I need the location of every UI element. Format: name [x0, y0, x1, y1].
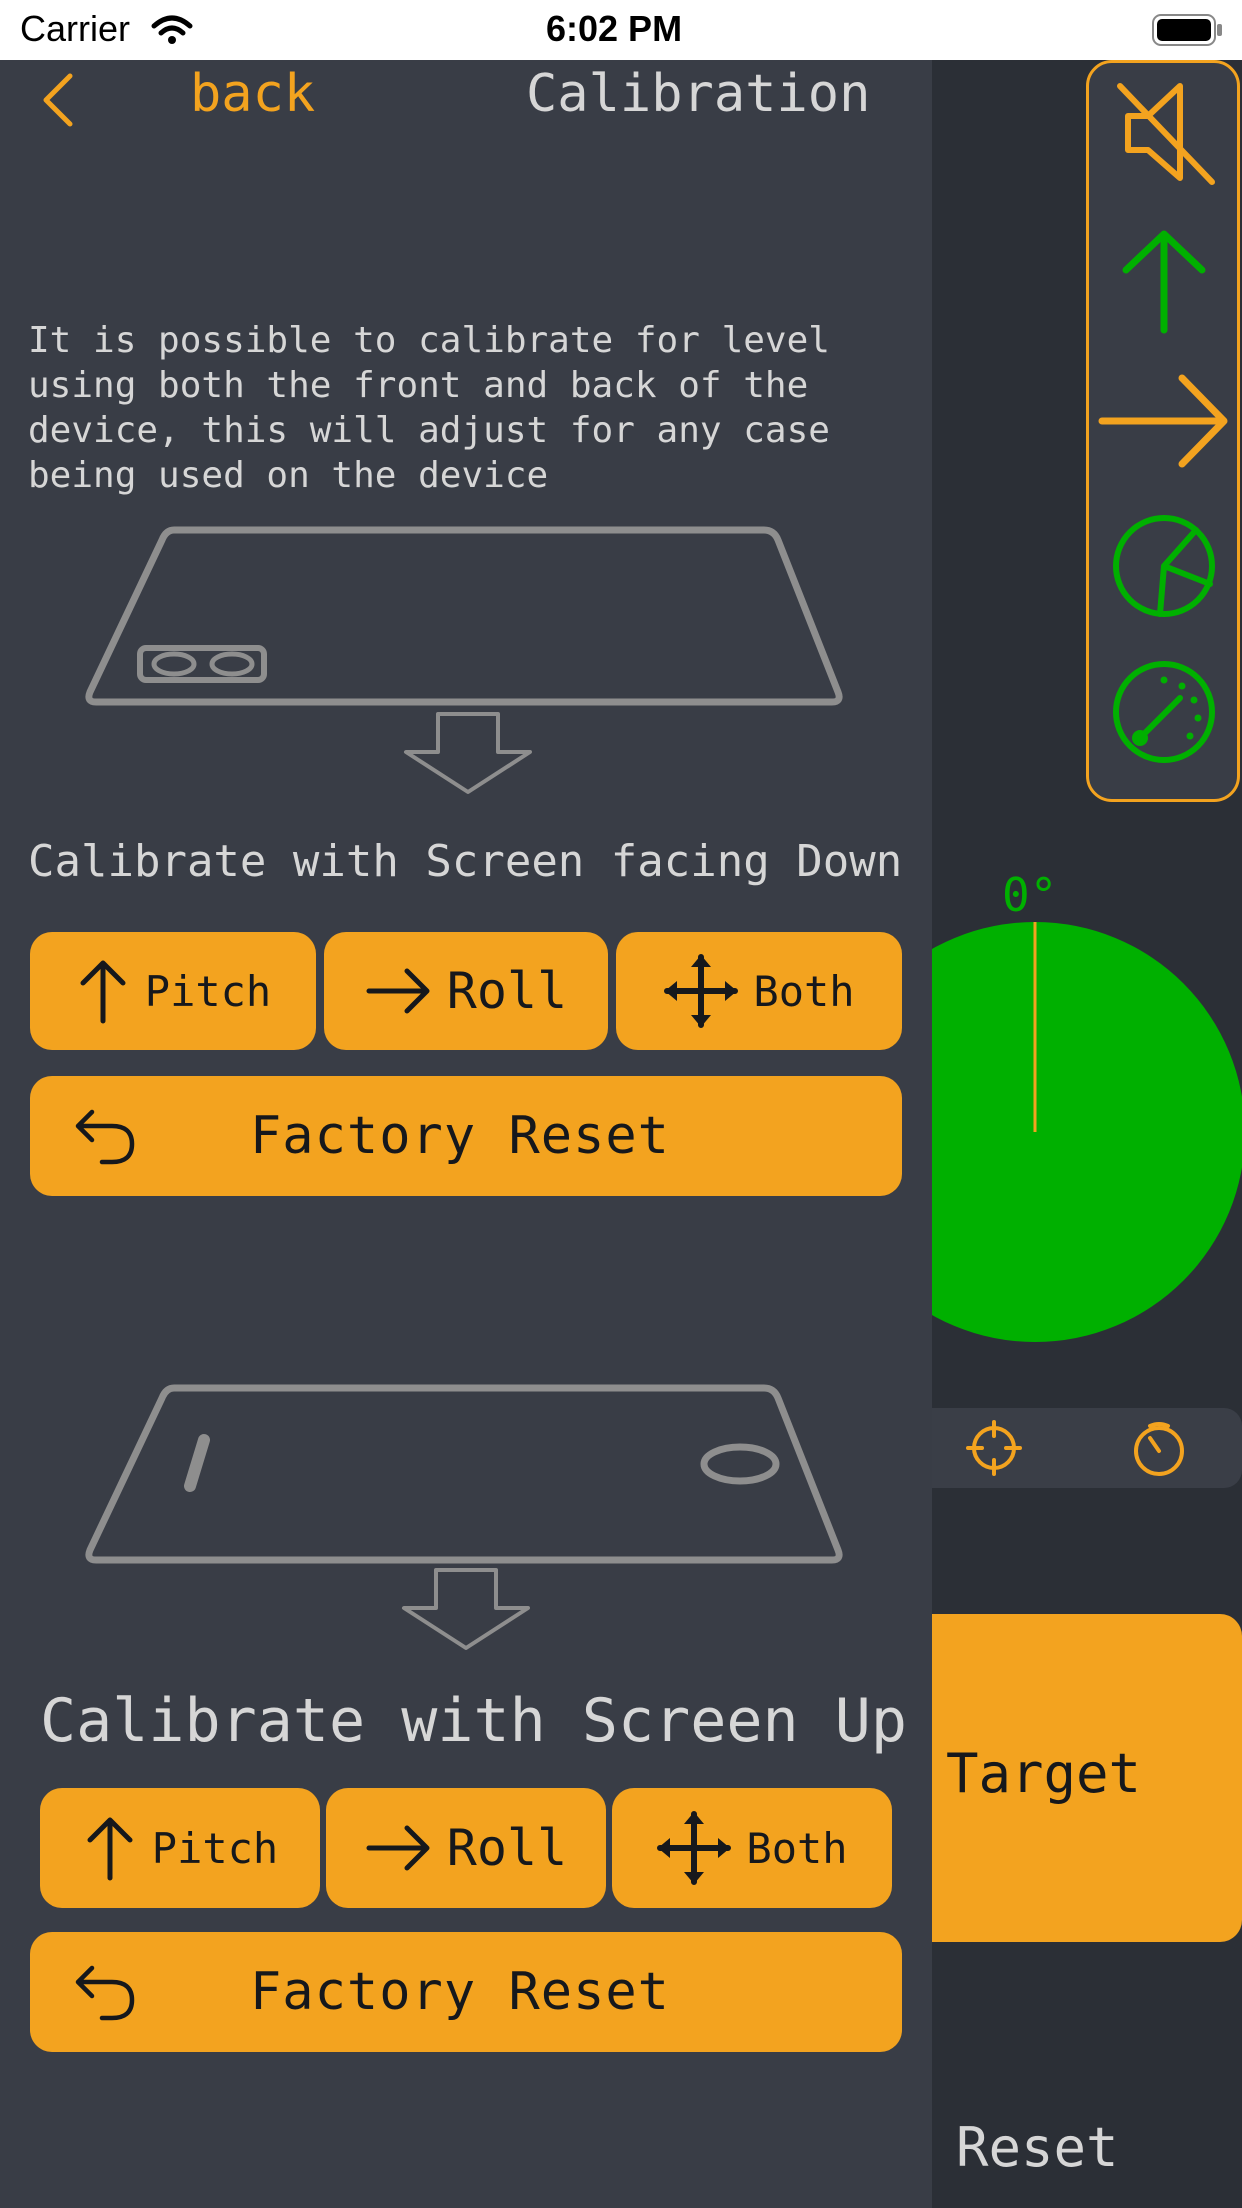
device-front-illustration — [85, 1384, 843, 1564]
undo-icon — [75, 1965, 135, 2021]
description-text: It is possible to calibrate for level us… — [28, 320, 830, 496]
clock-label: 6:02 PM — [546, 8, 683, 49]
level-gauge — [932, 922, 1242, 1342]
section-down-heading: Calibrate with Screen facing Down — [28, 836, 903, 887]
factory-reset-down-label: Factory Reset — [250, 1106, 670, 1166]
carrier-label: Carrier — [20, 8, 131, 49]
roll-down-label: Roll — [446, 962, 568, 1020]
crosshair-icon[interactable] — [966, 1420, 1022, 1476]
move-icon — [657, 1811, 732, 1885]
both-up-button[interactable]: Both — [612, 1788, 892, 1908]
arrow-down-icon — [402, 1568, 530, 1650]
pitch-down-label: Pitch — [144, 966, 272, 1016]
undo-icon — [75, 1109, 135, 1165]
timer-icon[interactable] — [1130, 1418, 1188, 1478]
status-bar: Carrier 6:02 PM — [0, 0, 1242, 60]
section-up-heading: Calibrate with Screen Up — [40, 1686, 907, 1756]
reset-button[interactable]: Reset — [956, 2116, 1119, 2179]
roll-down-button[interactable]: Roll — [324, 932, 608, 1050]
roll-up-label: Roll — [446, 1819, 568, 1877]
wifi-icon — [151, 15, 193, 44]
factory-reset-up-button[interactable]: Factory Reset — [30, 1932, 902, 2052]
arrow-right-icon[interactable] — [1098, 366, 1232, 476]
factory-reset-up-label: Factory Reset — [250, 1962, 670, 2022]
mute-icon[interactable] — [1112, 78, 1216, 188]
factory-reset-down-button[interactable]: Factory Reset — [30, 1076, 902, 1196]
arrow-up-icon — [80, 960, 126, 1024]
pie-chart-icon[interactable] — [1110, 512, 1218, 620]
speedometer-icon[interactable] — [1110, 658, 1218, 766]
both-down-button[interactable]: Both — [616, 932, 902, 1050]
page-title: Calibration — [526, 64, 871, 124]
back-button[interactable]: back — [190, 64, 315, 124]
arrow-right-icon — [366, 968, 430, 1014]
angle-readout: 0° — [1002, 868, 1058, 922]
battery-icon — [1152, 14, 1222, 46]
arrow-right-icon — [366, 1825, 430, 1871]
roll-up-button[interactable]: Roll — [326, 1788, 606, 1908]
arrow-up-icon[interactable] — [1118, 226, 1210, 336]
move-icon — [664, 954, 739, 1028]
pitch-up-button[interactable]: Pitch — [40, 1788, 320, 1908]
target-button[interactable]: Target — [932, 1614, 1242, 1942]
target-label: Target — [946, 1742, 1142, 1805]
arrow-up-icon — [87, 1817, 133, 1881]
arrow-down-icon — [404, 712, 532, 794]
both-down-label: Both — [753, 966, 855, 1016]
pitch-down-button[interactable]: Pitch — [30, 932, 316, 1050]
back-chevron-icon[interactable] — [38, 72, 78, 128]
both-up-label: Both — [746, 1823, 848, 1873]
pitch-up-label: Pitch — [151, 1823, 279, 1873]
device-back-illustration — [85, 526, 843, 706]
